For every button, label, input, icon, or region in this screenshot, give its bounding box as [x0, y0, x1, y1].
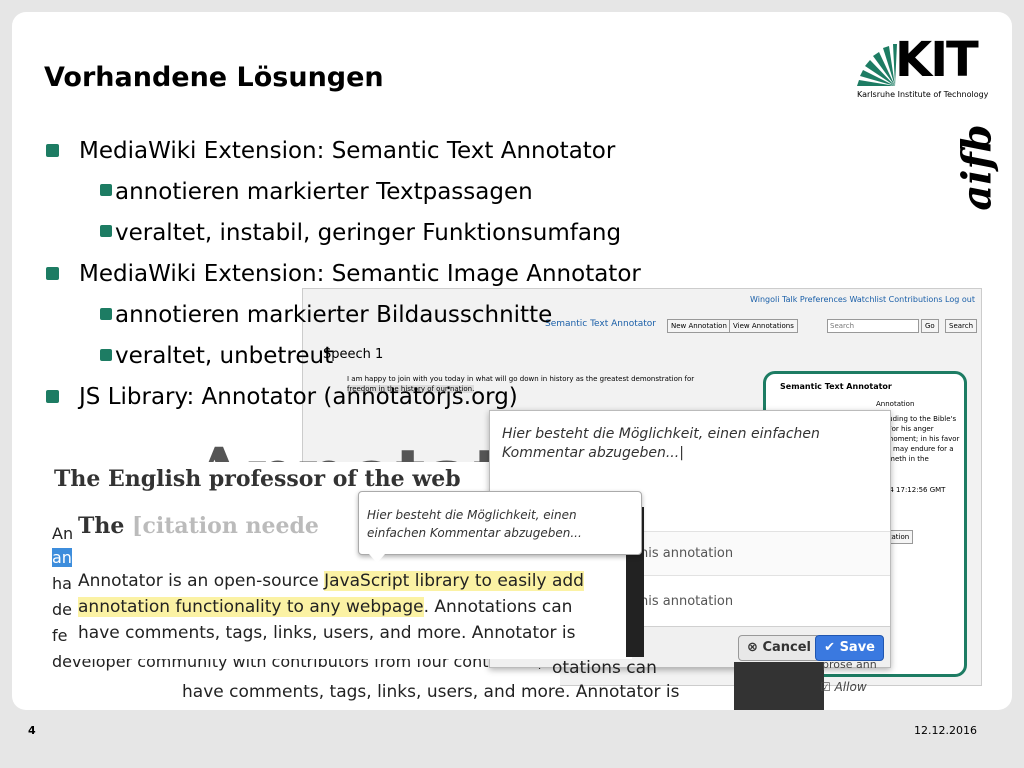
para-line: An	[52, 524, 74, 543]
wiki-user-links: Wingoli Talk Preferences Watchlist Contr…	[750, 295, 975, 304]
sta-panel-title: Semantic Text Annotator	[780, 382, 892, 391]
bullet-square-icon	[46, 267, 59, 280]
kit-logo-subtitle: Karlsruhe Institute of Technology	[857, 90, 989, 99]
bottom-line: have comments, tags, links, users, and m…	[182, 682, 680, 702]
prose-text: prose ann	[822, 658, 877, 671]
checkbox-icon: ☑	[820, 680, 831, 694]
slide: Vorhandene Lösungen KIT Karlsruhe Instit…	[12, 12, 1012, 710]
bullet-square-icon	[46, 144, 59, 157]
english-professor-title: The English professor of the web	[54, 466, 461, 492]
bullet-item: veraltet, instabil, geringer Funktionsum…	[115, 220, 622, 246]
para-line: de	[52, 600, 72, 619]
tooltip-arrow	[369, 554, 385, 563]
mid-line: have comments, tags, links, users, and m…	[78, 623, 576, 643]
para-line: ha	[52, 574, 72, 593]
bullet-item: MediaWiki Extension: Semantic Text Annot…	[79, 138, 616, 164]
wiki-text-line: freedom in the history of our nation.	[347, 385, 475, 393]
para-line-highlight: an	[52, 548, 72, 567]
wiki-speech-heading: Speech 1	[323, 347, 384, 362]
bullet-item: annotieren markierter Textpassagen	[115, 179, 533, 205]
wiki-text-line: I am happy to join with you today in wha…	[347, 375, 695, 383]
new-annotation-button: New Annotation	[667, 319, 731, 333]
wiki-tab-sta: Semantic Text Annotator	[545, 319, 656, 329]
view-annotations-button: View Annotations	[729, 319, 798, 333]
bullet-square-icon	[100, 349, 112, 361]
mid-line: annotation functionality to any webpage.…	[78, 597, 573, 617]
bullet-item: MediaWiki Extension: Semantic Image Anno…	[79, 261, 641, 287]
bullet-square-icon	[100, 225, 112, 237]
kit-logo: KIT Karlsruhe Institute of Technology	[857, 32, 989, 104]
aifb-logo: aifb	[952, 122, 1007, 210]
wiki-search-button: Search	[945, 319, 978, 333]
para-line: fe	[52, 626, 68, 645]
sta-panel-annotation: Annotation	[876, 400, 915, 408]
bullet-square-icon	[100, 308, 112, 320]
kit-logo-text: KIT	[895, 32, 979, 88]
cancel-button: ⊗ Cancel	[738, 635, 820, 661]
slide-title: Vorhandene Lösungen	[44, 62, 384, 93]
mid-line: Annotator is an open-source JavaScript l…	[78, 571, 584, 591]
dark-panel	[734, 662, 824, 710]
bullet-square-icon	[100, 184, 112, 196]
sta-panel-lines: alluding to the Bible's : "For his anger…	[880, 415, 960, 463]
aifb-logo-text: aifb	[953, 124, 1001, 211]
mid-title: The [citation neede	[78, 513, 319, 539]
allow-checkbox: ☑ Allow	[820, 680, 867, 694]
wiki-toolbar: Semantic Text Annotator New Annotation V…	[303, 315, 981, 335]
bullet-item: veraltet, unbetreut	[115, 343, 334, 369]
annotation-tooltip: Hier besteht die Möglichkeit, einen einf…	[358, 491, 642, 563]
slide-date: 12.12.2016	[914, 724, 977, 737]
kit-fan-icon	[857, 44, 897, 86]
bullet-square-icon	[46, 390, 59, 403]
page-number: 4	[28, 724, 36, 737]
bottom-line: otations can	[552, 658, 657, 678]
wiki-search-input: Search	[827, 319, 919, 333]
annotation-editor-text: Hier besteht die Möglichkeit, einen einf…	[502, 426, 820, 461]
wiki-go-button: Go	[921, 319, 939, 333]
